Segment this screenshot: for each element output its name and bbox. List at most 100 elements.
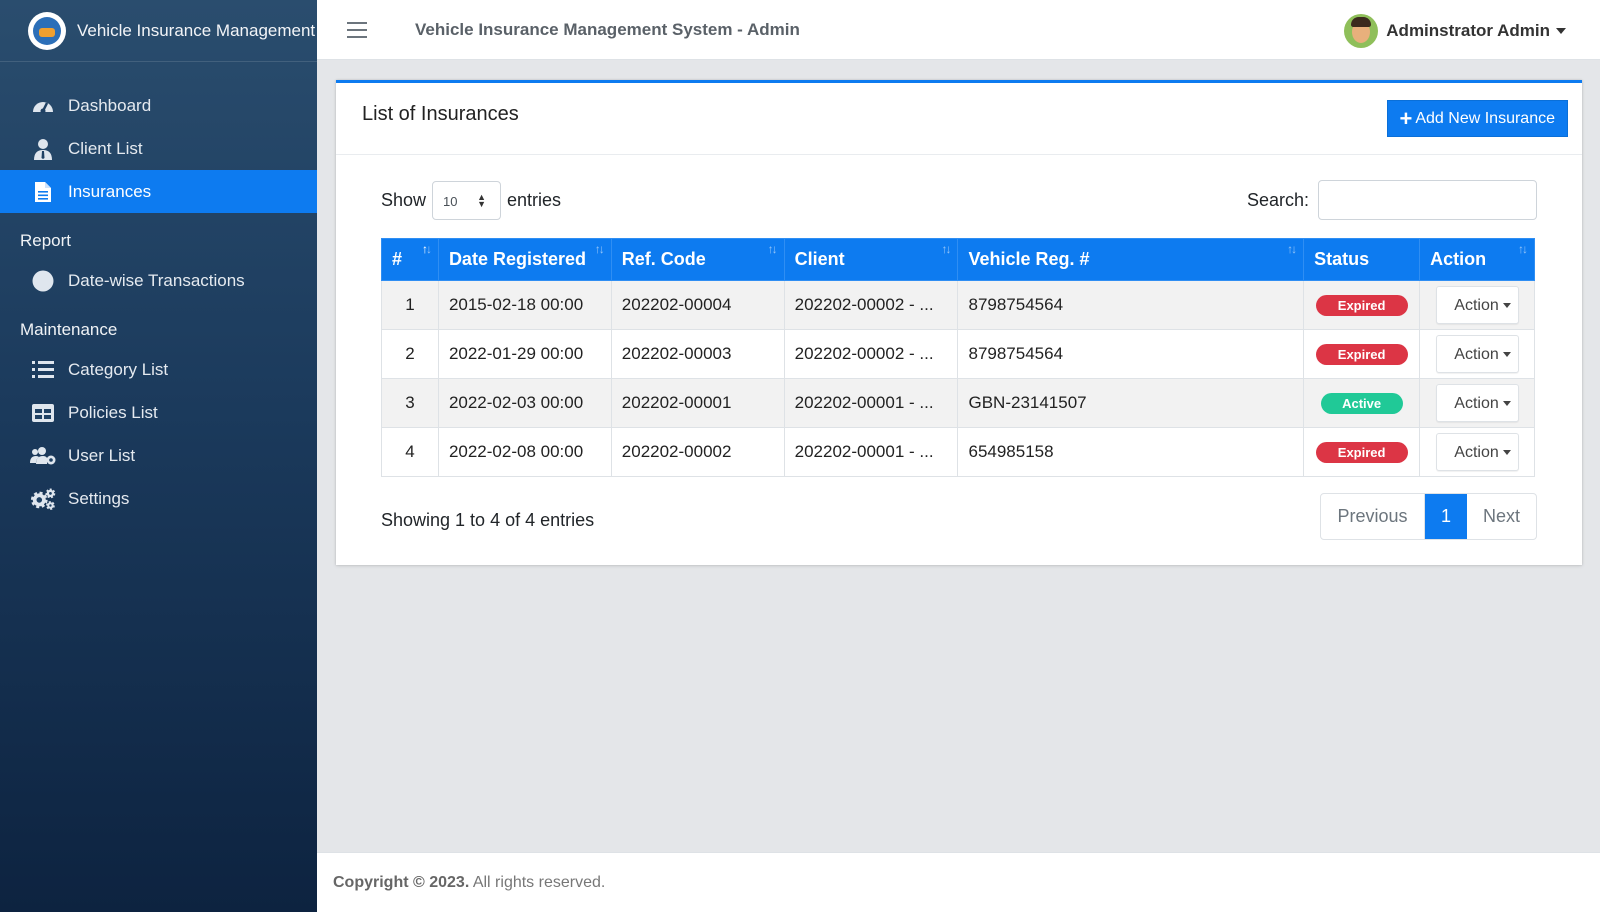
sidebar-item-settings[interactable]: Settings <box>0 477 317 520</box>
action-dropdown-button[interactable]: Action <box>1435 433 1519 471</box>
sidebar-item-label: Category List <box>68 359 169 379</box>
column-header-ref-code[interactable]: Ref. Code ↑↓ <box>610 238 785 281</box>
pagination-previous[interactable]: Previous <box>1321 494 1425 539</box>
cell-status: Expired <box>1303 427 1421 477</box>
table-info: Showing 1 to 4 of 4 entries <box>381 510 595 530</box>
sort-icon: ↑↓ <box>1518 242 1528 256</box>
footer-rights: All rights reserved. <box>472 874 606 891</box>
sidebar-item-client-list[interactable]: Client List <box>0 127 317 170</box>
tachometer-icon <box>30 94 56 118</box>
table-header-row: # ↑↓ Date Registered ↑↓ Ref. Code ↑↓ Client… <box>381 238 1535 281</box>
column-header-action[interactable]: Action ↑↓ <box>1419 238 1535 281</box>
sidebar-item-label: User List <box>68 445 136 465</box>
sidebar-nav: Dashboard Client List Insurances Report … <box>0 62 317 520</box>
footer-copyright: Copyright © 2023. <box>333 874 470 891</box>
cell-number: 2 <box>381 329 439 379</box>
search-label: Search: <box>1246 189 1309 210</box>
sidebar-header-report: Report <box>20 231 72 250</box>
sidebar-item-dashboard[interactable]: Dashboard <box>0 84 317 127</box>
sidebar-header-maintenance: Maintenance <box>20 320 118 339</box>
caret-down-icon <box>1502 352 1511 358</box>
sort-icon: ↑↓ <box>594 242 605 256</box>
page-header-title: Vehicle Insurance Management System - Ad… <box>415 19 800 39</box>
hamburger-menu-icon[interactable] <box>347 21 367 38</box>
sidebar-item-category-list[interactable]: Category List <box>0 348 317 391</box>
user-tie-icon <box>30 137 56 161</box>
sidebar-item-label: Date-wise Transactions <box>68 270 245 290</box>
column-header-client[interactable]: Client ↑↓ <box>783 238 959 281</box>
table-row: 4 2022-02-08 00:00 202202-00002 202202-0… <box>381 427 1535 477</box>
cell-number: 4 <box>381 427 439 477</box>
entries-select[interactable]: 10 ▲ ▼ <box>432 181 502 220</box>
user-name: Adminstrator Admin <box>1386 21 1550 40</box>
table-row: 1 2015-02-18 00:00 202202-00004 202202-0… <box>381 280 1535 330</box>
file-icon <box>30 180 56 204</box>
cell-number: 3 <box>381 378 439 428</box>
pagination-next[interactable]: Next <box>1467 494 1536 539</box>
sort-icon: ↑↓ <box>941 242 951 256</box>
search-input[interactable] <box>1318 180 1537 220</box>
brand-logo <box>28 11 66 50</box>
sidebar-item-label: Insurances <box>68 181 152 201</box>
column-header-number[interactable]: # ↑↓ <box>381 238 439 281</box>
cell-status: Expired <box>1303 280 1421 330</box>
card-title: List of Insurances <box>362 103 519 125</box>
sort-arrows-icon: ▲ ▼ <box>477 192 487 209</box>
plus-icon: + <box>1399 105 1413 131</box>
cell-client: 202202-00002 - ... <box>783 280 959 330</box>
cell-ref-code: 202202-00001 <box>610 378 785 428</box>
action-dropdown-button[interactable]: Action <box>1435 384 1519 422</box>
sidebar-item-label: Dashboard <box>68 95 152 115</box>
cell-client: 202202-00002 - ... <box>783 329 959 379</box>
action-dropdown-button[interactable]: Action <box>1435 335 1519 373</box>
insurances-card: List of Insurances + Add New Insurance S… <box>336 80 1582 565</box>
cell-status: Active <box>1303 378 1421 428</box>
list-icon <box>30 358 56 382</box>
user-menu[interactable]: Adminstrator Admin <box>1344 14 1566 48</box>
insurances-table: # ↑↓ Date Registered ↑↓ Ref. Code ↑↓ Client… <box>381 238 1535 477</box>
sort-asc-icon: ↑↓ <box>421 242 432 256</box>
cell-date-registered: 2015-02-18 00:00 <box>437 280 612 330</box>
sidebar-item-label: Settings <box>68 488 130 508</box>
cell-action: Action <box>1419 280 1535 330</box>
cell-number: 1 <box>381 280 439 330</box>
status-badge: Expired <box>1315 441 1408 463</box>
cell-date-registered: 2022-01-29 00:00 <box>437 329 612 379</box>
add-button-label: Add New Insurance <box>1415 109 1555 127</box>
entries-length-control: Show 10 ▲ ▼ entries <box>381 181 561 220</box>
sidebar-item-policies-list[interactable]: Policies List <box>0 391 317 434</box>
avatar <box>1344 14 1379 48</box>
action-dropdown-button[interactable]: Action <box>1435 286 1519 324</box>
pagination: Previous 1 Next <box>1320 493 1537 540</box>
search-control: Search: <box>1247 180 1537 220</box>
sidebar-item-label: Policies List <box>68 402 158 422</box>
circle-icon <box>30 269 56 293</box>
sidebar: Vehicle Insurance Management Dashboard C… <box>0 0 317 912</box>
topbar: Vehicle Insurance Management System - Ad… <box>317 0 1600 60</box>
status-badge: Active <box>1320 392 1403 414</box>
column-header-vehicle-reg[interactable]: Vehicle Reg. # ↑↓ <box>957 238 1305 281</box>
cell-action: Action <box>1419 329 1535 379</box>
caret-down-icon <box>1502 401 1511 407</box>
cell-action: Action <box>1419 427 1535 477</box>
cogs-icon <box>30 487 56 511</box>
sidebar-item-user-list[interactable]: User List <box>0 434 317 477</box>
cell-ref-code: 202202-00002 <box>610 427 785 477</box>
card-header: List of Insurances + Add New Insurance <box>336 83 1582 155</box>
pagination-page-1[interactable]: 1 <box>1425 494 1467 539</box>
caret-down-icon <box>1502 450 1511 456</box>
cell-vehicle-reg: 654985158 <box>957 427 1305 477</box>
cell-vehicle-reg: 8798754564 <box>957 280 1305 330</box>
sidebar-item-date-wise-transactions[interactable]: Date-wise Transactions <box>0 259 317 302</box>
sort-icon: ↑↓ <box>767 242 778 256</box>
column-header-date-registered[interactable]: Date Registered ↑↓ <box>437 238 612 281</box>
column-header-status: Status <box>1303 238 1421 281</box>
cell-ref-code: 202202-00004 <box>610 280 785 330</box>
sidebar-item-insurances[interactable]: Insurances <box>0 170 317 213</box>
add-new-insurance-button[interactable]: + Add New Insurance <box>1386 100 1568 137</box>
users-cog-icon <box>30 444 56 468</box>
entries-label: entries <box>507 190 562 210</box>
table-icon <box>30 401 56 425</box>
sort-icon: ↑↓ <box>1287 242 1297 256</box>
brand[interactable]: Vehicle Insurance Management <box>0 0 317 62</box>
